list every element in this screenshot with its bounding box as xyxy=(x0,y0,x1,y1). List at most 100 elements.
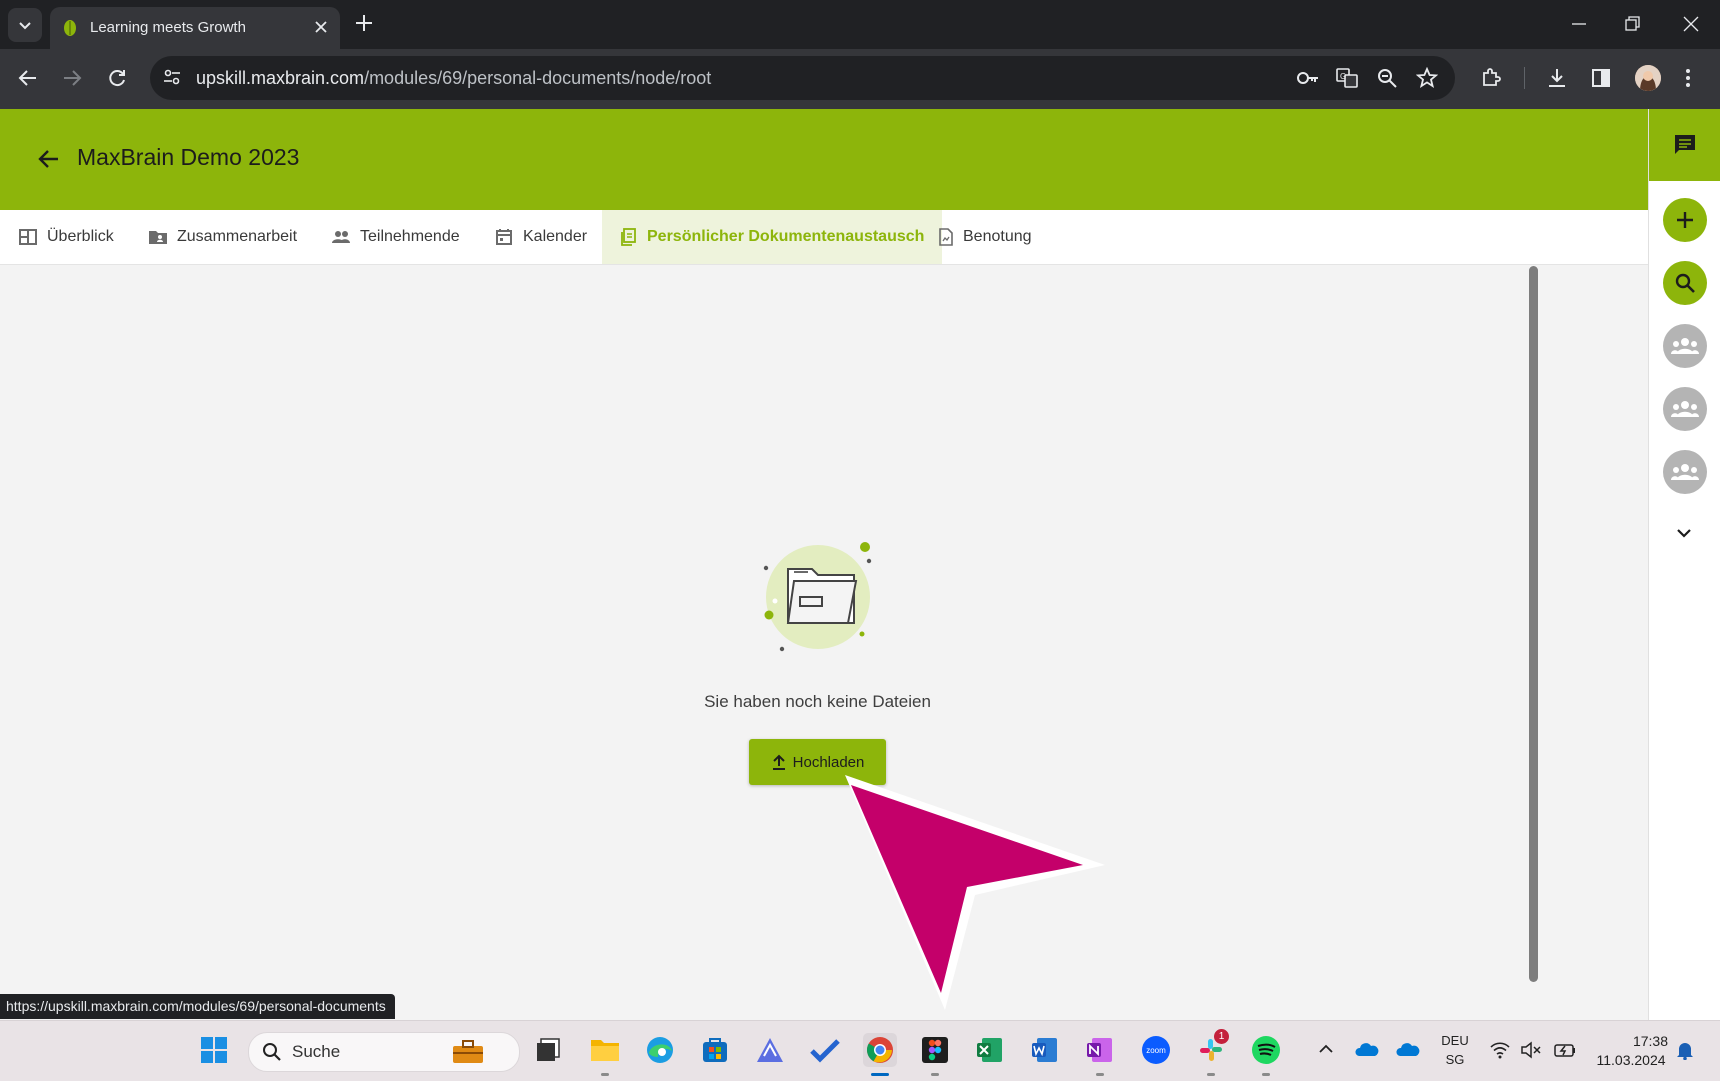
clock[interactable]: 17:38 11.03.2024 xyxy=(1588,1033,1674,1068)
site-settings-icon[interactable] xyxy=(162,67,182,87)
onenote-app[interactable] xyxy=(1083,1033,1117,1067)
close-icon[interactable] xyxy=(312,18,330,36)
search-icon xyxy=(1675,273,1695,293)
todo-app[interactable] xyxy=(808,1033,842,1067)
extensions-icon[interactable] xyxy=(1480,67,1502,89)
volume-muted-icon[interactable] xyxy=(1520,1041,1542,1059)
onedrive-icon[interactable] xyxy=(1396,1041,1420,1057)
link-status-bubble: https://upskill.maxbrain.com/modules/69/… xyxy=(0,994,395,1019)
chevron-up-icon[interactable] xyxy=(1318,1043,1334,1055)
maxbrain-favicon-icon xyxy=(64,20,76,36)
briefcase-icon xyxy=(453,1040,483,1063)
task-view-button[interactable] xyxy=(531,1033,565,1067)
tab-label: Teilnehmende xyxy=(360,228,460,245)
plus-icon xyxy=(1677,212,1693,228)
windows-logo-icon xyxy=(201,1037,227,1063)
notification-badge: 1 xyxy=(1214,1029,1229,1044)
start-button[interactable] xyxy=(197,1033,231,1067)
spotify-app[interactable] xyxy=(1249,1033,1283,1067)
group-button[interactable] xyxy=(1663,387,1707,431)
chrome-icon xyxy=(866,1037,893,1063)
chat-icon xyxy=(1675,135,1695,154)
edge-app[interactable] xyxy=(643,1033,677,1067)
tab-label: Kalender xyxy=(523,228,588,245)
tab-search-button[interactable] xyxy=(8,8,42,42)
chat-button[interactable] xyxy=(1649,109,1720,181)
back-arrow-icon[interactable] xyxy=(38,149,60,169)
store-icon xyxy=(703,1038,727,1062)
tab-persoenlicher-dokumentenaustausch[interactable]: Persönlicher Dokumentenaustausch xyxy=(602,210,943,264)
browser-tab-strip: Learning meets Growth xyxy=(0,0,1720,49)
taskbar-search[interactable]: Suche xyxy=(248,1032,520,1072)
back-arrow-icon[interactable] xyxy=(18,68,38,88)
clock-time: 17:38 xyxy=(1632,1033,1668,1049)
search-button[interactable] xyxy=(1663,261,1707,305)
tab-label: Überblick xyxy=(47,228,114,245)
file-explorer-app[interactable] xyxy=(588,1033,622,1067)
right-sidebar xyxy=(1648,109,1720,1020)
group-icon xyxy=(1671,464,1699,480)
address-bar[interactable]: upskill.maxbrain.com/modules/69/personal… xyxy=(150,56,1455,100)
reload-icon[interactable] xyxy=(107,68,127,88)
add-button[interactable] xyxy=(1663,198,1707,242)
browser-toolbar: upskill.maxbrain.com/modules/69/personal… xyxy=(0,49,1720,109)
word-app[interactable] xyxy=(1028,1033,1062,1067)
checkmark-icon xyxy=(810,1039,840,1063)
window-close-icon[interactable] xyxy=(1682,14,1700,34)
tab-kalender[interactable]: Kalender xyxy=(494,210,587,264)
zoom-app[interactable]: zoom xyxy=(1139,1033,1173,1067)
affinity-app[interactable] xyxy=(753,1033,787,1067)
group-button[interactable] xyxy=(1663,450,1707,494)
tab-ueberblick[interactable]: Überblick xyxy=(18,210,114,264)
toolbar-separator xyxy=(1524,67,1525,89)
tab-zusammenarbeit[interactable]: Zusammenarbeit xyxy=(148,210,297,264)
tab-label: Benotung xyxy=(963,228,1032,245)
restore-icon[interactable] xyxy=(1624,14,1642,34)
group-button[interactable] xyxy=(1663,324,1707,368)
triangle-logo-icon xyxy=(757,1038,783,1062)
minimize-icon[interactable] xyxy=(1571,14,1587,34)
upload-icon xyxy=(772,754,785,770)
chrome-app[interactable] xyxy=(863,1033,897,1067)
edge-icon xyxy=(647,1037,673,1063)
url-host: upskill.maxbrain.com xyxy=(196,68,365,88)
onedrive-icon[interactable] xyxy=(1355,1041,1379,1057)
profile-avatar[interactable] xyxy=(1635,65,1661,91)
excel-app[interactable] xyxy=(973,1033,1007,1067)
battery-icon[interactable] xyxy=(1553,1041,1577,1059)
new-tab-plus-icon[interactable] xyxy=(354,13,374,33)
empty-folder-illustration xyxy=(763,542,872,652)
search-label: Suche xyxy=(292,1042,341,1061)
tab-benotung[interactable]: Benotung xyxy=(938,210,1032,264)
tab-teilnehmende[interactable]: Teilnehmende xyxy=(331,210,460,264)
group-icon xyxy=(1671,401,1699,417)
tab-label: Persönlicher Dokumentenaustausch xyxy=(647,228,925,245)
running-indicator xyxy=(931,1073,939,1076)
zoom-icon[interactable] xyxy=(1376,67,1398,89)
input-language[interactable]: DEU SG xyxy=(1437,1033,1473,1067)
scrollbar[interactable] xyxy=(1529,266,1538,982)
tab-title: Learning meets Growth xyxy=(90,19,246,36)
zoom-icon: zoom xyxy=(1142,1036,1170,1064)
bookmark-star-icon[interactable] xyxy=(1416,67,1438,89)
svg-text:G: G xyxy=(1340,72,1346,81)
download-icon[interactable] xyxy=(1546,67,1568,89)
chevron-down-icon[interactable] xyxy=(1673,527,1695,541)
figma-icon xyxy=(922,1037,948,1063)
figma-app[interactable] xyxy=(918,1033,952,1067)
grade-document-icon xyxy=(939,228,953,246)
forward-arrow-icon[interactable] xyxy=(62,68,82,88)
side-panel-icon[interactable] xyxy=(1591,67,1611,89)
url-text[interactable]: upskill.maxbrain.com/modules/69/personal… xyxy=(196,68,711,89)
store-app[interactable] xyxy=(698,1033,732,1067)
slack-app[interactable]: 1 xyxy=(1194,1029,1229,1067)
key-icon[interactable] xyxy=(1296,67,1320,89)
tab-label: Zusammenarbeit xyxy=(177,228,298,245)
group-icon xyxy=(1671,338,1699,354)
url-path: /modules/69/personal-documents/node/root xyxy=(364,68,712,88)
more-menu-icon[interactable] xyxy=(1684,67,1692,89)
translate-icon[interactable]: G xyxy=(1336,67,1358,89)
browser-tab[interactable]: Learning meets Growth xyxy=(50,7,340,49)
wifi-icon[interactable] xyxy=(1490,1041,1510,1059)
notification-bell-icon[interactable] xyxy=(1676,1040,1694,1060)
